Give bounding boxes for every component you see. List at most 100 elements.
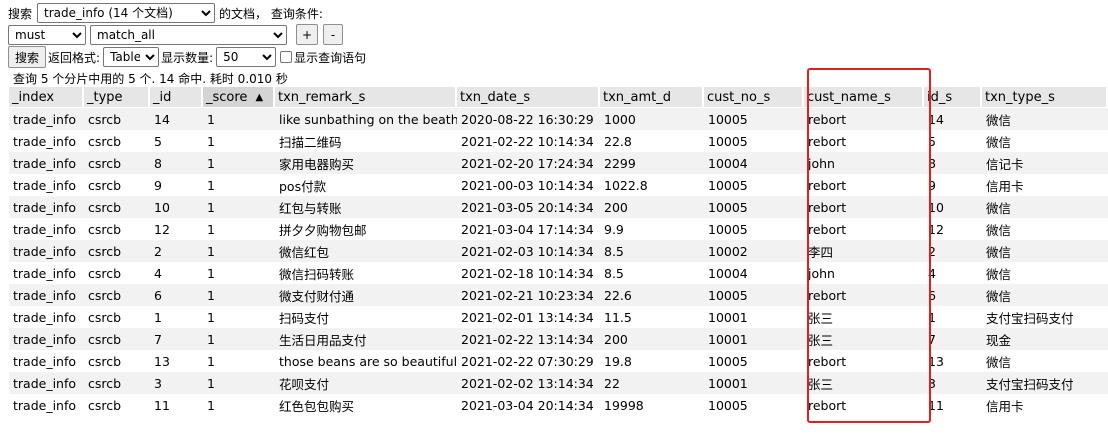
column-header-id-s[interactable]: id_s [924, 87, 982, 107]
cell-id: 5 [154, 133, 162, 149]
cell-id-s: 4 [928, 265, 936, 281]
cell-cust-name: 张三 [808, 310, 834, 326]
cell-index: trade_info [13, 177, 77, 193]
cell-index: trade_info [13, 221, 77, 237]
remove-clause-button[interactable]: - [323, 24, 343, 45]
cell-index: trade_info [13, 199, 77, 215]
table-row[interactable]: trade_info csrcb 1 1 扫码支付 2021-02-01 13:14:34… [9, 306, 1108, 328]
table-row[interactable]: trade_info csrcb 13 1 those beans are so bea… [9, 350, 1108, 372]
column-header-index[interactable]: _index [9, 87, 84, 107]
cell-cust-name: rebort [808, 287, 847, 303]
table-row[interactable]: trade_info csrcb 6 1 微支付财付通 2021-02-21 10:23:… [9, 284, 1108, 306]
column-header-type[interactable]: _type [84, 87, 150, 107]
cell-txn-amt: 1000 [604, 111, 636, 127]
bool-select[interactable]: must [8, 24, 86, 45]
table-row[interactable]: trade_info csrcb 5 1 扫描二维码 2021-02-22 10:14:3… [9, 130, 1108, 152]
cell-txn-amt: 2299 [604, 155, 636, 171]
cell-type: csrcb [88, 221, 122, 237]
cell-type: csrcb [88, 265, 122, 281]
table-row[interactable]: trade_info csrcb 4 1 微信扫码转账 2021-02-18 10:14:… [9, 262, 1108, 284]
cell-txn-remark: like sunbathing on the beath [279, 111, 457, 127]
table-row[interactable]: trade_info csrcb 10 1 红包与转账 2021-03-05 20:14:… [9, 196, 1108, 218]
cell-txn-remark: 花呗支付 [279, 376, 330, 392]
format-select[interactable]: Table [103, 47, 160, 67]
cell-txn-remark: 家用电器购买 [279, 156, 355, 172]
cell-txn-date: 2021-03-04 17:14:34 [461, 221, 594, 237]
cell-id-s: 12 [928, 221, 944, 237]
cell-score: 1 [207, 287, 215, 303]
column-header-label: cust_name_s [807, 89, 891, 105]
cell-cust-name: john [808, 265, 835, 281]
cell-type: csrcb [88, 155, 122, 171]
column-header-label: _id [153, 89, 172, 105]
cell-index: trade_info [13, 353, 77, 369]
cell-cust-no: 10001 [708, 375, 748, 391]
add-clause-button[interactable]: + [296, 24, 318, 45]
cell-id: 3 [154, 375, 162, 391]
cell-index: trade_info [13, 331, 77, 347]
show-query-checkbox[interactable] [280, 51, 293, 63]
column-header-label: _type [87, 89, 123, 105]
table-row[interactable]: trade_info csrcb 3 1 花呗支付 2021-02-02 13:14:34… [9, 372, 1108, 394]
cell-id: 13 [154, 353, 170, 369]
cell-cust-name: rebort [808, 133, 847, 149]
cell-type: csrcb [88, 243, 122, 259]
cell-txn-remark: those beans are so beautiful [279, 353, 457, 369]
cell-score: 1 [207, 177, 215, 193]
options-bar: 搜索 返回格式: Table 显示数量: 50 显示查询语句 [8, 46, 366, 68]
cell-cust-no: 10001 [708, 309, 748, 325]
table-row[interactable]: trade_info csrcb 7 1 生活日用品支付 2021-02-22 13:14… [9, 328, 1108, 350]
cell-txn-amt: 22 [604, 375, 620, 391]
cell-txn-type: 支付宝扫码支付 [986, 310, 1074, 326]
cell-id-s: 13 [928, 353, 944, 369]
cell-txn-type: 微信 [986, 266, 1012, 282]
column-header-txn-amt[interactable]: txn_amt_d [600, 87, 704, 107]
search-button[interactable]: 搜索 [8, 46, 47, 68]
cell-cust-name: rebort [808, 353, 847, 369]
cell-score: 1 [207, 199, 215, 215]
column-header-label: txn_amt_d [603, 89, 672, 105]
column-header-score[interactable]: _score ▲ [203, 87, 275, 107]
query-type-select[interactable]: match_all [90, 24, 287, 45]
cell-txn-remark: pos付款 [279, 178, 327, 194]
format-label: 返回格式: [48, 50, 101, 65]
table-row[interactable]: trade_info csrcb 9 1 pos付款 2021-00-03 10:14:3… [9, 174, 1108, 196]
cell-cust-no: 10005 [708, 133, 748, 149]
cell-txn-remark: 扫描二维码 [279, 134, 342, 150]
index-select[interactable]: trade_info (14 个文档) [37, 3, 216, 23]
cell-txn-type: 微信 [986, 222, 1012, 238]
table-row[interactable]: trade_info csrcb 8 1 家用电器购买 2021-02-20 17:24:… [9, 152, 1108, 174]
cell-score: 1 [207, 397, 215, 413]
cell-type: csrcb [88, 397, 122, 413]
column-header-cust-name[interactable]: cust_name_s [804, 87, 924, 107]
cell-txn-amt: 1022.8 [604, 177, 648, 193]
cell-txn-remark: 微信红包 [279, 244, 330, 260]
cell-cust-name: rebort [808, 177, 847, 193]
cell-id: 6 [154, 287, 162, 303]
cell-txn-amt: 200 [604, 331, 628, 347]
column-header-label: _index [12, 89, 55, 105]
column-header-txn-date[interactable]: txn_date_s [457, 87, 600, 107]
cell-txn-type: 信用卡 [986, 398, 1024, 414]
column-header-txn-remark[interactable]: txn_remark_s [275, 87, 457, 107]
sort-ascending-icon: ▲ [255, 91, 264, 103]
cell-type: csrcb [88, 353, 122, 369]
table-row[interactable]: trade_info csrcb 14 1 like sunbathing on the… [9, 108, 1108, 130]
cell-index: trade_info [13, 243, 77, 259]
query-condition-label: 的文档， 查询条件: [219, 6, 323, 21]
table-row[interactable]: trade_info csrcb 11 1 红色包包购买 2021-03-04 20:14… [9, 394, 1108, 416]
cell-id-s: 7 [928, 331, 936, 347]
cell-cust-name: 李四 [808, 244, 834, 260]
column-header-cust-no[interactable]: cust_no_s [704, 87, 804, 107]
cell-id-s: 2 [928, 243, 936, 259]
cell-index: trade_info [13, 375, 77, 391]
table-row[interactable]: trade_info csrcb 12 1 拼夕夕购物包邮 2021-03-04 17:1… [9, 218, 1108, 240]
cell-txn-remark: 生活日用品支付 [279, 332, 367, 348]
cell-index: trade_info [13, 111, 77, 127]
cell-index: trade_info [13, 155, 77, 171]
count-select[interactable]: 50 [216, 47, 277, 67]
column-header-txn-type[interactable]: txn_type_s [982, 87, 1108, 107]
cell-index: trade_info [13, 397, 77, 413]
table-row[interactable]: trade_info csrcb 2 1 微信红包 2021-02-03 10:14:34… [9, 240, 1108, 262]
column-header-id[interactable]: _id [150, 87, 203, 107]
